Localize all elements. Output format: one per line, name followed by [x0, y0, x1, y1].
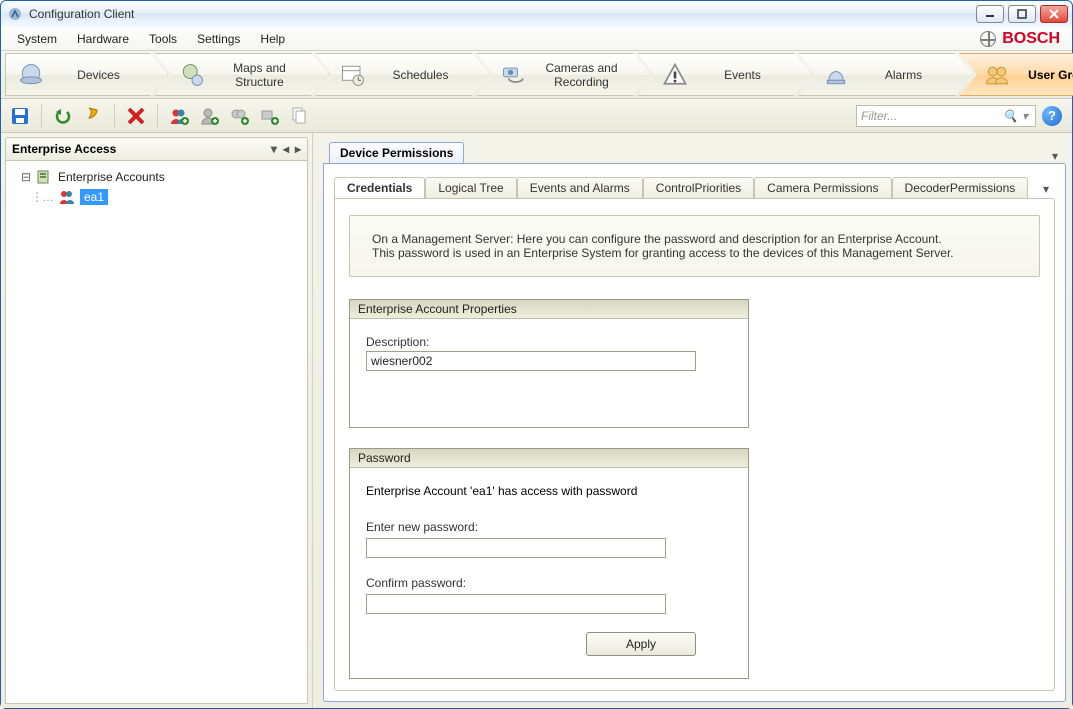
- workflow-ribbon: Devices Maps and Structure Schedules Cam…: [1, 51, 1072, 99]
- tree-root-label: Enterprise Accounts: [58, 170, 165, 184]
- tab-credentials[interactable]: Credentials: [334, 177, 425, 198]
- group-header-password: Password: [350, 449, 748, 468]
- step-devices[interactable]: Devices: [5, 53, 168, 96]
- device-permissions-panel: Credentials Logical Tree Events and Alar…: [323, 163, 1066, 702]
- filter-dropdown-icon[interactable]: ▾: [1019, 109, 1031, 123]
- inner-tab-menu-icon[interactable]: ▾: [1043, 182, 1055, 198]
- add-device-button[interactable]: [256, 103, 282, 129]
- tree-child-row[interactable]: ⋮… ea1: [10, 187, 303, 207]
- group-header-properties: Enterprise Account Properties: [350, 300, 748, 319]
- add-user-button[interactable]: [166, 103, 192, 129]
- tab-camera-permissions[interactable]: Camera Permissions: [754, 177, 891, 198]
- tab-device-permissions[interactable]: Device Permissions: [329, 142, 464, 163]
- confirm-password-label: Confirm password:: [366, 576, 732, 590]
- group-password: Password Enterprise Account 'ea1' has ac…: [349, 448, 749, 679]
- new-password-label: Enter new password:: [366, 520, 732, 534]
- tab-control-priorities[interactable]: ControlPriorities: [643, 177, 754, 198]
- step-user-groups[interactable]: User Groups: [959, 53, 1073, 96]
- brand-globe-icon: [980, 31, 996, 47]
- description-value: wiesner002: [371, 354, 432, 368]
- tree-root-row[interactable]: ⊟ Enterprise Accounts: [10, 167, 303, 187]
- add-dual-group-button[interactable]: [226, 103, 252, 129]
- maximize-button[interactable]: [1008, 5, 1036, 23]
- tab-events-and-alarms[interactable]: Events and Alarms: [517, 177, 643, 198]
- toolbar: Filter... 🔍 ▾ ?: [1, 99, 1072, 133]
- close-button[interactable]: [1040, 5, 1068, 23]
- access-text: Enterprise Account 'ea1' has access with…: [366, 484, 732, 498]
- add-single-user-button[interactable]: [196, 103, 222, 129]
- copy-button[interactable]: [286, 103, 312, 129]
- info-line-1: On a Management Server: Here you can con…: [372, 232, 1017, 246]
- step-label: Cameras and Recording: [539, 61, 624, 89]
- step-schedules[interactable]: Schedules: [315, 53, 490, 96]
- filter-placeholder: Filter...: [861, 109, 1001, 123]
- brand-logo: BOSCH: [1002, 30, 1060, 48]
- tree-branch-icon: ⋮…: [30, 190, 54, 204]
- tab-decoder-permissions[interactable]: DecoderPermissions: [892, 177, 1029, 198]
- schedules-icon: [338, 60, 368, 90]
- pane-dropdown-icon[interactable]: ▾: [271, 142, 277, 156]
- step-events[interactable]: Events: [637, 53, 812, 96]
- step-label: Maps and Structure: [217, 61, 302, 89]
- tab-logical-tree[interactable]: Logical Tree: [425, 177, 516, 198]
- devices-icon: [16, 60, 46, 90]
- menu-help[interactable]: Help: [250, 28, 295, 50]
- main-area: Enterprise Access ▾ ◂ ▸ ⊟ Enterprise Acc…: [1, 133, 1072, 708]
- app-icon: [7, 6, 23, 22]
- description-label: Description:: [366, 335, 732, 349]
- events-icon: [660, 60, 690, 90]
- titlebar: Configuration Client: [1, 1, 1072, 27]
- step-label: Devices: [56, 68, 141, 82]
- pane-prev-icon[interactable]: ◂: [283, 142, 289, 156]
- left-pane-header: Enterprise Access ▾ ◂ ▸: [5, 137, 308, 161]
- step-label: Alarms: [861, 68, 946, 82]
- menubar: System Hardware Tools Settings Help BOSC…: [1, 27, 1072, 51]
- tree: ⊟ Enterprise Accounts ⋮… ea1: [5, 161, 308, 704]
- outer-tab-menu-icon[interactable]: ▾: [1052, 149, 1066, 163]
- new-password-input[interactable]: [366, 538, 666, 558]
- save-button[interactable]: [7, 103, 33, 129]
- info-line-2: This password is used in an Enterprise S…: [372, 246, 1017, 260]
- info-box: On a Management Server: Here you can con…: [349, 215, 1040, 277]
- activate-button[interactable]: [80, 103, 106, 129]
- menu-hardware[interactable]: Hardware: [67, 28, 139, 50]
- apply-button[interactable]: Apply: [586, 632, 696, 656]
- pane-next-icon[interactable]: ▸: [295, 142, 301, 156]
- undo-button[interactable]: [50, 103, 76, 129]
- maps-icon: [177, 60, 207, 90]
- step-cameras-and-recording[interactable]: Cameras and Recording: [476, 53, 651, 96]
- step-label: User Groups: [1022, 68, 1073, 82]
- minimize-button[interactable]: [976, 5, 1004, 23]
- filter-input[interactable]: Filter... 🔍 ▾: [856, 105, 1036, 127]
- delete-button[interactable]: [123, 103, 149, 129]
- group-enterprise-account-properties: Enterprise Account Properties Descriptio…: [349, 299, 749, 428]
- users-icon: [58, 188, 76, 206]
- cameras-icon: [499, 60, 529, 90]
- alarms-icon: [821, 60, 851, 90]
- collapse-icon[interactable]: ⊟: [20, 170, 32, 184]
- menu-system[interactable]: System: [7, 28, 67, 50]
- confirm-password-input[interactable]: [366, 594, 666, 614]
- right-pane: Device Permissions ▾ Credentials Logical…: [313, 133, 1072, 708]
- left-pane: Enterprise Access ▾ ◂ ▸ ⊟ Enterprise Acc…: [1, 133, 313, 708]
- left-pane-title: Enterprise Access: [12, 142, 116, 156]
- description-input[interactable]: wiesner002: [366, 351, 696, 371]
- user-groups-icon: [982, 60, 1012, 90]
- step-label: Events: [700, 68, 785, 82]
- credentials-body: On a Management Server: Here you can con…: [334, 198, 1055, 691]
- tree-child-label: ea1: [80, 189, 108, 205]
- search-icon[interactable]: 🔍: [1001, 109, 1019, 123]
- step-alarms[interactable]: Alarms: [798, 53, 973, 96]
- menu-settings[interactable]: Settings: [187, 28, 250, 50]
- server-icon: [36, 168, 54, 186]
- step-label: Schedules: [378, 68, 463, 82]
- step-maps-and-structure[interactable]: Maps and Structure: [154, 53, 329, 96]
- help-button[interactable]: ?: [1042, 106, 1062, 126]
- window-title: Configuration Client: [29, 7, 976, 21]
- menu-tools[interactable]: Tools: [139, 28, 187, 50]
